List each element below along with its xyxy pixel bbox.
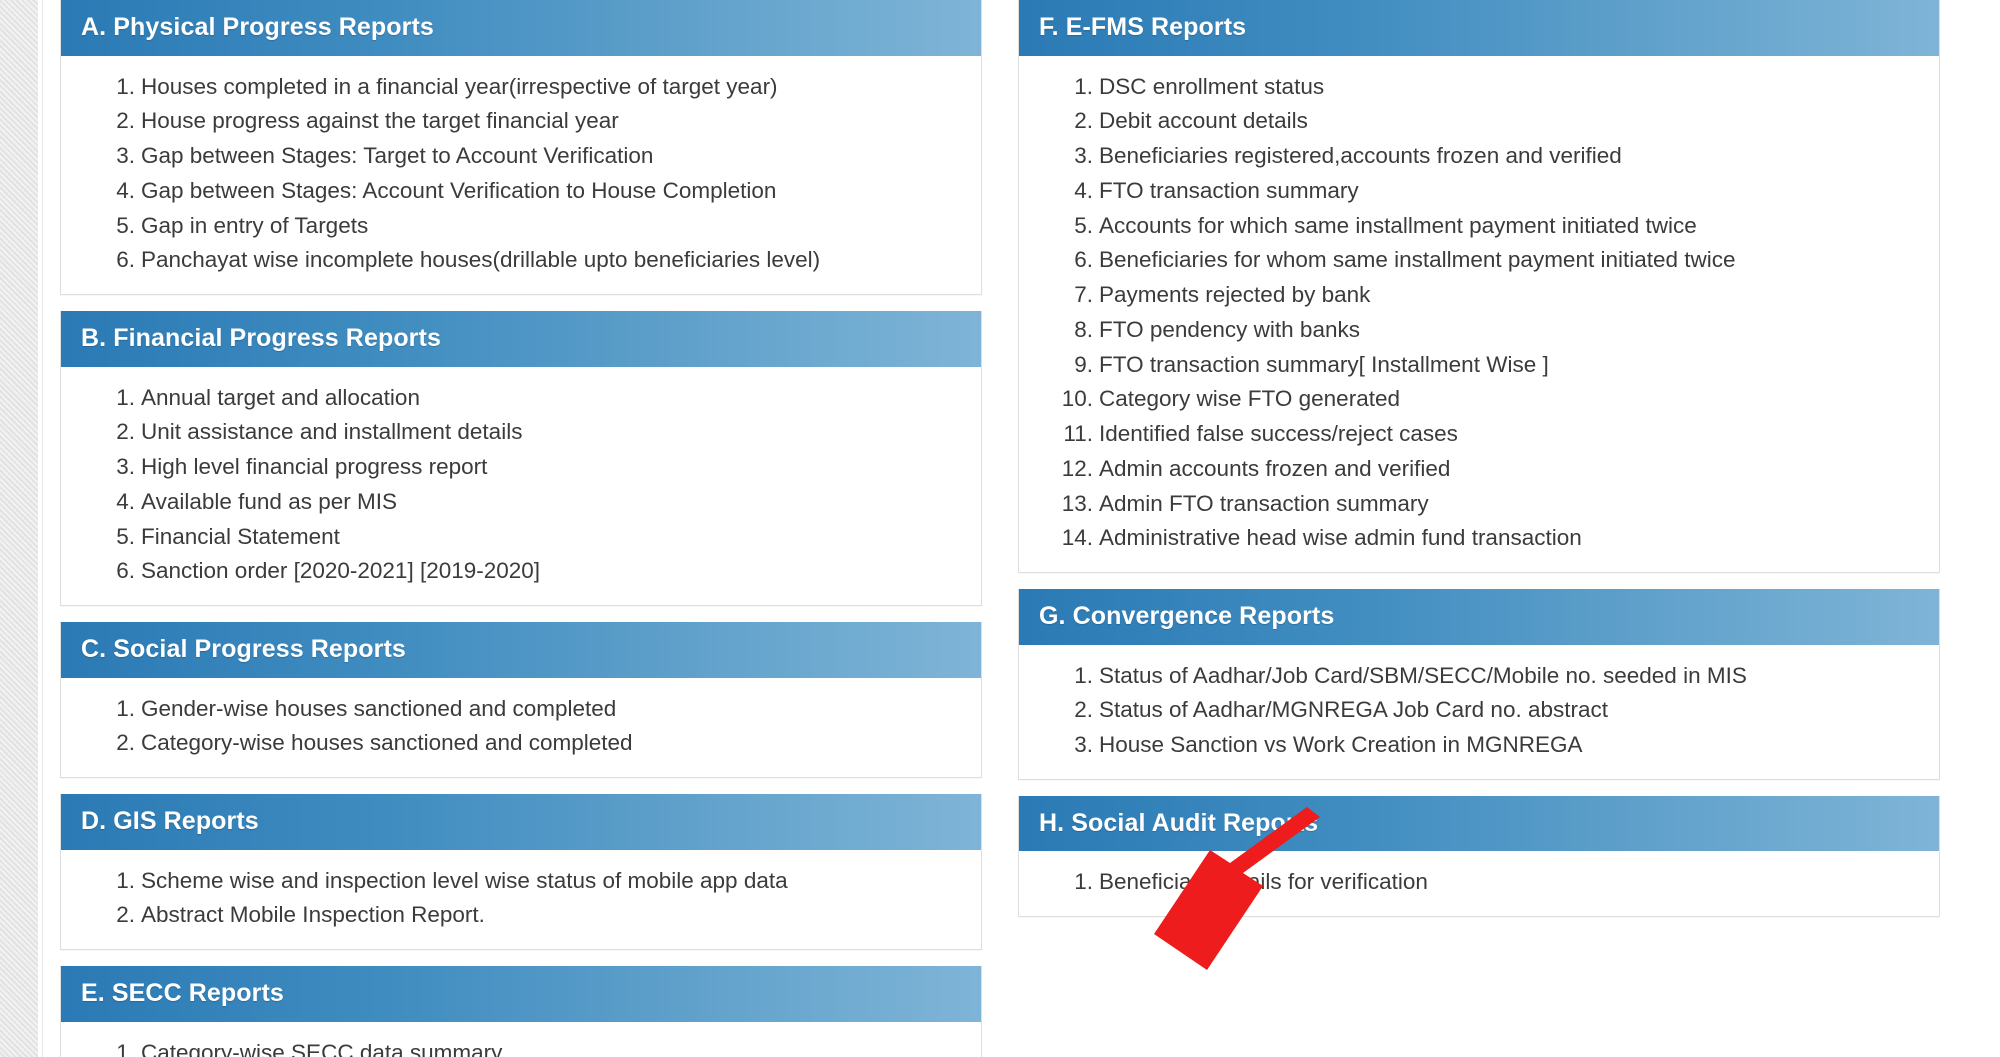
panel-body-efms: DSC enrollment status Debit account detai… — [1019, 55, 1939, 572]
report-link[interactable]: Sanction order [2020-2021] [2019-2020] — [103, 554, 961, 589]
report-link[interactable]: Beneficiaries registered,accounts frozen… — [1061, 139, 1919, 174]
panel-heading-social-progress: C. Social Progress Reports — [61, 622, 981, 678]
report-link[interactable]: FTO transaction summary[ Installment Wis… — [1061, 348, 1919, 383]
page-left-gutter — [0, 0, 38, 1057]
report-panel-gis: D. GIS Reports Scheme wise and inspection… — [60, 794, 982, 950]
report-link[interactable]: Admin accounts frozen and verified — [1061, 452, 1919, 487]
panel-heading-secc: E. SECC Reports — [61, 966, 981, 1022]
report-link[interactable]: Category-wise SECC data summary — [103, 1036, 961, 1057]
report-panel-financial-progress: B. Financial Progress Reports Annual targ… — [60, 311, 982, 606]
report-panel-convergence: G. Convergence Reports Status of Aadhar/J… — [1018, 589, 1940, 780]
report-link[interactable]: Category-wise houses sanctioned and comp… — [103, 726, 961, 761]
report-panel-physical-progress: A. Physical Progress Reports Houses compl… — [60, 0, 982, 295]
panel-heading-social-audit: H. Social Audit Reports — [1019, 795, 1939, 852]
report-list-physical-progress: Houses completed in a financial year(irr… — [81, 70, 961, 279]
report-link[interactable]: Admin FTO transaction summary — [1061, 487, 1919, 522]
panel-heading-physical-progress: A. Physical Progress Reports — [61, 0, 981, 56]
report-link[interactable]: Annual target and allocation — [103, 381, 961, 416]
report-link[interactable]: Status of Aadhar/MGNREGA Job Card no. ab… — [1061, 693, 1919, 728]
panel-body-social-audit: Beneficiary details for verification — [1019, 851, 1939, 916]
report-list-social-progress: Gender-wise houses sanctioned and comple… — [81, 692, 961, 762]
panel-heading-financial-progress: B. Financial Progress Reports — [61, 311, 981, 367]
report-link[interactable]: Category wise FTO generated — [1061, 382, 1919, 417]
report-link[interactable]: High level financial progress report — [103, 450, 961, 485]
report-link[interactable]: DSC enrollment status — [1061, 70, 1919, 105]
report-list-gis: Scheme wise and inspection level wise st… — [81, 864, 961, 934]
report-link[interactable]: Gap in entry of Targets — [103, 209, 961, 244]
report-link[interactable]: Panchayat wise incomplete houses(drillab… — [103, 243, 961, 278]
report-link[interactable]: Gap between Stages: Target to Account Ve… — [103, 139, 961, 174]
panel-body-social-progress: Gender-wise houses sanctioned and comple… — [61, 677, 981, 777]
report-list-convergence: Status of Aadhar/Job Card/SBM/SECC/Mobil… — [1039, 659, 1919, 763]
report-link[interactable]: Debit account details — [1061, 104, 1919, 139]
report-link[interactable]: Houses completed in a financial year(irr… — [103, 70, 961, 105]
report-link[interactable]: Administrative head wise admin fund tran… — [1061, 521, 1919, 556]
report-link[interactable]: FTO pendency with banks — [1061, 313, 1919, 348]
reports-columns: A. Physical Progress Reports Houses compl… — [60, 0, 1980, 1057]
report-link[interactable]: House progress against the target financ… — [103, 104, 961, 139]
report-link[interactable]: Unit assistance and installment details — [103, 415, 961, 450]
report-list-social-audit: Beneficiary details for verification — [1039, 865, 1919, 900]
report-list-efms: DSC enrollment status Debit account detai… — [1039, 70, 1919, 557]
report-link[interactable]: House Sanction vs Work Creation in MGNRE… — [1061, 728, 1919, 763]
panel-body-physical-progress: Houses completed in a financial year(irr… — [61, 55, 981, 294]
right-column: F. E-FMS Reports DSC enrollment status Deb… — [1018, 0, 1940, 1057]
report-link[interactable]: Beneficiaries for whom same installment … — [1061, 243, 1919, 278]
report-link[interactable]: Gap between Stages: Account Verification… — [103, 174, 961, 209]
report-panel-efms: F. E-FMS Reports DSC enrollment status Deb… — [1018, 0, 1940, 573]
report-panel-social-audit: H. Social Audit Reports Beneficiary detai… — [1018, 795, 1940, 917]
panel-heading-efms: F. E-FMS Reports — [1019, 0, 1939, 56]
report-list-secc: Category-wise SECC data summaryStatus of… — [81, 1036, 961, 1057]
report-link[interactable]: Status of Aadhar/Job Card/SBM/SECC/Mobil… — [1061, 659, 1919, 694]
panel-body-financial-progress: Annual target and allocation Unit assista… — [61, 366, 981, 605]
panel-body-secc: Category-wise SECC data summaryStatus of… — [61, 1021, 981, 1057]
left-column: A. Physical Progress Reports Houses compl… — [60, 0, 982, 1057]
report-link[interactable]: Scheme wise and inspection level wise st… — [103, 864, 961, 899]
panel-heading-gis: D. GIS Reports — [61, 794, 981, 850]
report-list-financial-progress: Annual target and allocation Unit assista… — [81, 381, 961, 590]
panel-body-gis: Scheme wise and inspection level wise st… — [61, 849, 981, 949]
report-panel-social-progress: C. Social Progress Reports Gender-wise ho… — [60, 622, 982, 778]
report-link[interactable]: Accounts for which same installment paym… — [1061, 209, 1919, 244]
page-gutter-edge — [38, 0, 43, 1057]
report-link[interactable]: Payments rejected by bank — [1061, 278, 1919, 313]
report-panel-secc: E. SECC Reports Category-wise SECC data s… — [60, 966, 982, 1057]
report-link[interactable]: Financial Statement — [103, 520, 961, 555]
report-link[interactable]: Available fund as per MIS — [103, 485, 961, 520]
report-link[interactable]: Abstract Mobile Inspection Report. — [103, 898, 961, 933]
panel-heading-convergence: G. Convergence Reports — [1019, 589, 1939, 645]
report-link[interactable]: Identified false success/reject cases — [1061, 417, 1919, 452]
panel-body-convergence: Status of Aadhar/Job Card/SBM/SECC/Mobil… — [1019, 644, 1939, 779]
report-link[interactable]: Gender-wise houses sanctioned and comple… — [103, 692, 961, 727]
report-link[interactable]: Beneficiary details for verification — [1061, 865, 1919, 900]
reports-index-page: A. Physical Progress Reports Houses compl… — [0, 0, 2000, 1057]
report-link[interactable]: FTO transaction summary — [1061, 174, 1919, 209]
